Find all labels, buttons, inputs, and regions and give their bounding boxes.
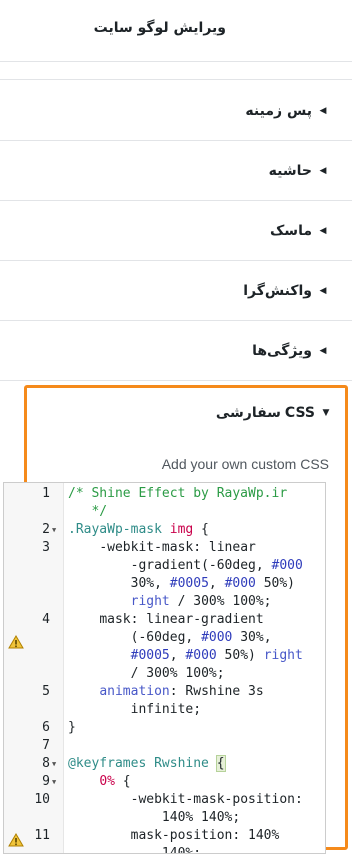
fold-toggle-icon[interactable]: ▼ — [52, 755, 56, 773]
caret-left-icon: ◀ — [319, 166, 327, 176]
panel-features[interactable]: ◀ ویژگی‌ها — [0, 321, 352, 381]
line-number: 6 — [42, 720, 50, 735]
line-number: 4 — [42, 612, 50, 627]
code-line[interactable]: 0% { — [68, 773, 324, 791]
panel-mask[interactable]: ◀ ماسک — [0, 201, 352, 261]
caret-left-icon: ◀ — [319, 106, 327, 116]
code-line[interactable]: -webkit-mask: linear -gradient(-60deg, #… — [68, 539, 324, 611]
header-divider — [0, 62, 352, 80]
custom-css-toggle[interactable]: ▼ CSS سفارشی — [216, 402, 333, 424]
custom-css-label-en: CSS — [284, 405, 315, 421]
code-line[interactable]: -webkit-mask-position: 140% 140%; — [68, 791, 324, 827]
warning-icon — [8, 833, 24, 847]
panel-label: حاشیه — [268, 163, 312, 179]
line-number: 1 — [42, 486, 50, 501]
line-number: 3 — [42, 540, 50, 555]
line-number: 2 — [42, 522, 50, 537]
line-number: 8 — [42, 756, 50, 771]
panel-background[interactable]: ◀ پس زمینه — [0, 81, 352, 141]
custom-css-label-fa: سفارشی — [215, 405, 281, 421]
fold-toggle-icon[interactable]: ▼ — [52, 521, 56, 539]
caret-left-icon: ◀ — [319, 346, 327, 356]
code-line[interactable]: .RayaWp-mask img { — [68, 521, 324, 539]
panel-label: ماسک — [269, 223, 312, 239]
code-line[interactable]: /* Shine Effect by RayaWp.ir */ — [68, 485, 324, 521]
panel-border[interactable]: ◀ حاشیه — [0, 141, 352, 201]
line-number: 5 — [42, 684, 50, 699]
warning-icon — [8, 635, 24, 649]
caret-left-icon: ◀ — [319, 286, 327, 296]
page-title: ویرایش لوگو سایت — [93, 20, 226, 36]
code-line[interactable]: animation: Rwshine 3s infinite; — [68, 683, 324, 719]
code-line[interactable]: mask: linear-gradient (-60deg, #000 30%,… — [68, 611, 324, 683]
line-number: 7 — [42, 738, 50, 753]
code-line[interactable]: mask-position: 140% 140%; — [68, 827, 324, 853]
fold-toggle-icon[interactable]: ▼ — [52, 773, 56, 791]
code-line[interactable]: } — [68, 719, 324, 737]
panel-label: واکنش‌گرا — [243, 283, 312, 299]
caret-left-icon: ◀ — [319, 226, 327, 236]
custom-css-help: Add your own custom CSS — [161, 456, 329, 472]
panel-label: پس زمینه — [245, 103, 312, 119]
line-number: 9 — [42, 774, 50, 789]
panel-label: ویژگی‌ها — [252, 343, 312, 359]
css-code-editor[interactable]: 1/* Shine Effect by RayaWp.ir */2 ▼ .RayaW… — [3, 482, 326, 854]
line-number: 10 — [34, 792, 50, 807]
panel-responsive[interactable]: ◀ واکنش‌گرا — [0, 261, 352, 321]
code-line[interactable]: @keyframes Rwshine { — [68, 755, 324, 773]
panel-header: ویرایش لوگو سایت — [0, 0, 352, 62]
caret-down-icon: ▼ — [322, 408, 330, 418]
